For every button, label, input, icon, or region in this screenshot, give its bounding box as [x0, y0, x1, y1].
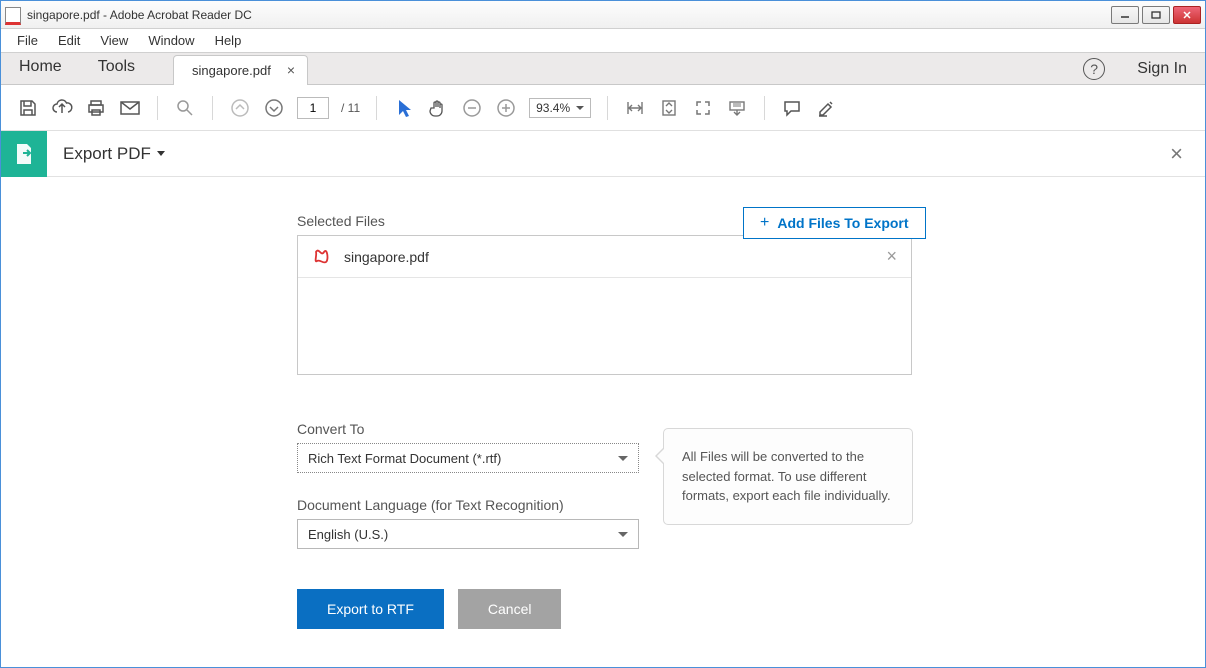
search-icon[interactable] — [174, 97, 196, 119]
info-text: All Files will be converted to the selec… — [682, 449, 891, 503]
fit-page-icon[interactable] — [658, 97, 680, 119]
maximize-button[interactable] — [1142, 6, 1170, 24]
file-list: singapore.pdf × — [297, 235, 912, 375]
titlebar: singapore.pdf - Adobe Acrobat Reader DC — [1, 1, 1205, 29]
cancel-button[interactable]: Cancel — [458, 589, 562, 629]
menu-edit[interactable]: Edit — [50, 30, 88, 51]
action-row: Export to RTF Cancel — [297, 589, 1205, 629]
toolbar: / 11 93.4% — [1, 85, 1205, 131]
export-button[interactable]: Export to RTF — [297, 589, 444, 629]
tabbar: Home Tools singapore.pdf × ? Sign In — [1, 53, 1205, 85]
zoom-in-icon[interactable] — [495, 97, 517, 119]
document-tab-close-icon[interactable]: × — [287, 62, 295, 78]
info-tooltip: All Files will be converted to the selec… — [663, 428, 913, 525]
page-down-icon[interactable] — [263, 97, 285, 119]
tab-tools[interactable]: Tools — [80, 51, 153, 84]
add-files-label: Add Files To Export — [777, 215, 908, 231]
fit-width-icon[interactable] — [624, 97, 646, 119]
save-icon[interactable] — [17, 97, 39, 119]
file-remove-icon[interactable]: × — [886, 246, 897, 267]
read-mode-icon[interactable] — [726, 97, 748, 119]
zoom-out-icon[interactable] — [461, 97, 483, 119]
pdf-icon — [312, 247, 332, 267]
plus-icon: + — [760, 214, 769, 232]
zoom-level-dropdown[interactable]: 93.4% — [529, 98, 591, 118]
app-icon — [5, 7, 21, 23]
language-value: English (U.S.) — [308, 527, 388, 542]
export-pdf-header: Export PDF × — [1, 131, 1205, 177]
minimize-button[interactable] — [1111, 6, 1139, 24]
selection-tool-icon[interactable] — [393, 97, 415, 119]
document-tab-label: singapore.pdf — [192, 63, 271, 78]
comment-icon[interactable] — [781, 97, 803, 119]
highlight-icon[interactable] — [815, 97, 837, 119]
menubar: File Edit View Window Help — [1, 29, 1205, 53]
print-icon[interactable] — [85, 97, 107, 119]
export-pdf-icon — [1, 131, 47, 177]
menu-help[interactable]: Help — [207, 30, 250, 51]
page-total-label: / 11 — [341, 101, 360, 115]
convert-to-dropdown[interactable]: Rich Text Format Document (*.rtf) — [297, 443, 639, 473]
fullscreen-icon[interactable] — [692, 97, 714, 119]
menu-window[interactable]: Window — [140, 30, 202, 51]
tab-home[interactable]: Home — [1, 51, 80, 84]
menu-view[interactable]: View — [92, 30, 136, 51]
export-close-icon[interactable]: × — [1170, 141, 1183, 167]
close-button[interactable] — [1173, 6, 1201, 24]
page-up-icon[interactable] — [229, 97, 251, 119]
export-pdf-title[interactable]: Export PDF — [63, 144, 165, 164]
export-panel: Selected Files + Add Files To Export sin… — [1, 177, 1205, 629]
add-files-button[interactable]: + Add Files To Export — [743, 207, 926, 239]
convert-to-value: Rich Text Format Document (*.rtf) — [308, 451, 501, 466]
zoom-value: 93.4% — [536, 101, 570, 115]
export-pdf-title-label: Export PDF — [63, 144, 151, 164]
sign-in-link[interactable]: Sign In — [1119, 60, 1205, 78]
cloud-upload-icon[interactable] — [51, 97, 73, 119]
mail-icon[interactable] — [119, 97, 141, 119]
hand-tool-icon[interactable] — [427, 97, 449, 119]
help-icon[interactable]: ? — [1083, 58, 1105, 80]
language-dropdown[interactable]: English (U.S.) — [297, 519, 639, 549]
window-title: singapore.pdf - Adobe Acrobat Reader DC — [27, 8, 1111, 22]
document-tab[interactable]: singapore.pdf × — [173, 55, 308, 85]
menu-file[interactable]: File — [9, 30, 46, 51]
file-name: singapore.pdf — [344, 249, 886, 265]
file-row[interactable]: singapore.pdf × — [298, 236, 911, 278]
window-controls — [1111, 6, 1201, 24]
page-number-input[interactable] — [297, 97, 329, 119]
